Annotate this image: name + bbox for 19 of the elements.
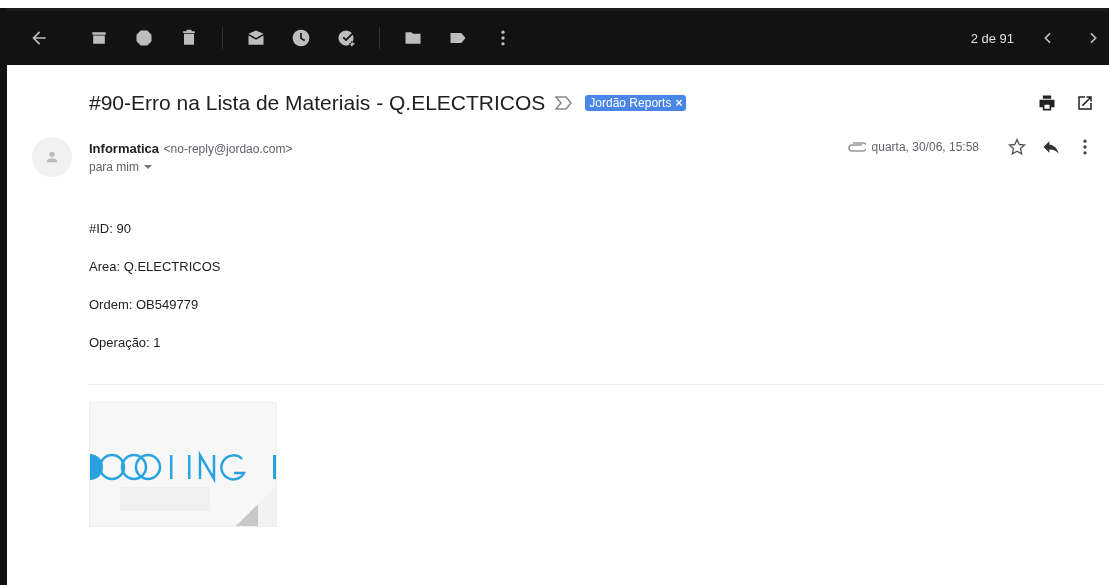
avatar (32, 137, 72, 177)
email-date: quarta, 30/06, 15:58 (871, 140, 979, 154)
body-text: Ordem: OB549779 (89, 297, 200, 312)
paperclip-icon (847, 142, 866, 152)
remove-label[interactable]: × (675, 96, 683, 110)
body-text: #ID: 90 (89, 221, 132, 236)
external-link-icon[interactable] (1075, 93, 1095, 113)
importance-icon (555, 96, 574, 110)
label-text: Jordão Reports (589, 96, 672, 110)
sender-name: Informatica (89, 141, 160, 156)
print-icon[interactable] (1037, 93, 1057, 113)
email-subject: #90-Erro na Lista de Materiais - Q.ELECTRICOS (89, 91, 546, 115)
caret-icon (143, 162, 153, 172)
body-text: Area: Q.ELECTRICOS (89, 259, 222, 274)
recipient-dropdown[interactable]: para mim (89, 160, 293, 174)
pager-count: 2 de 91 (970, 30, 1014, 46)
body-text: Operação: 1 (89, 335, 162, 350)
sender-email: <no-reply@jordao.com> (163, 142, 293, 156)
star-icon[interactable] (1007, 137, 1027, 157)
